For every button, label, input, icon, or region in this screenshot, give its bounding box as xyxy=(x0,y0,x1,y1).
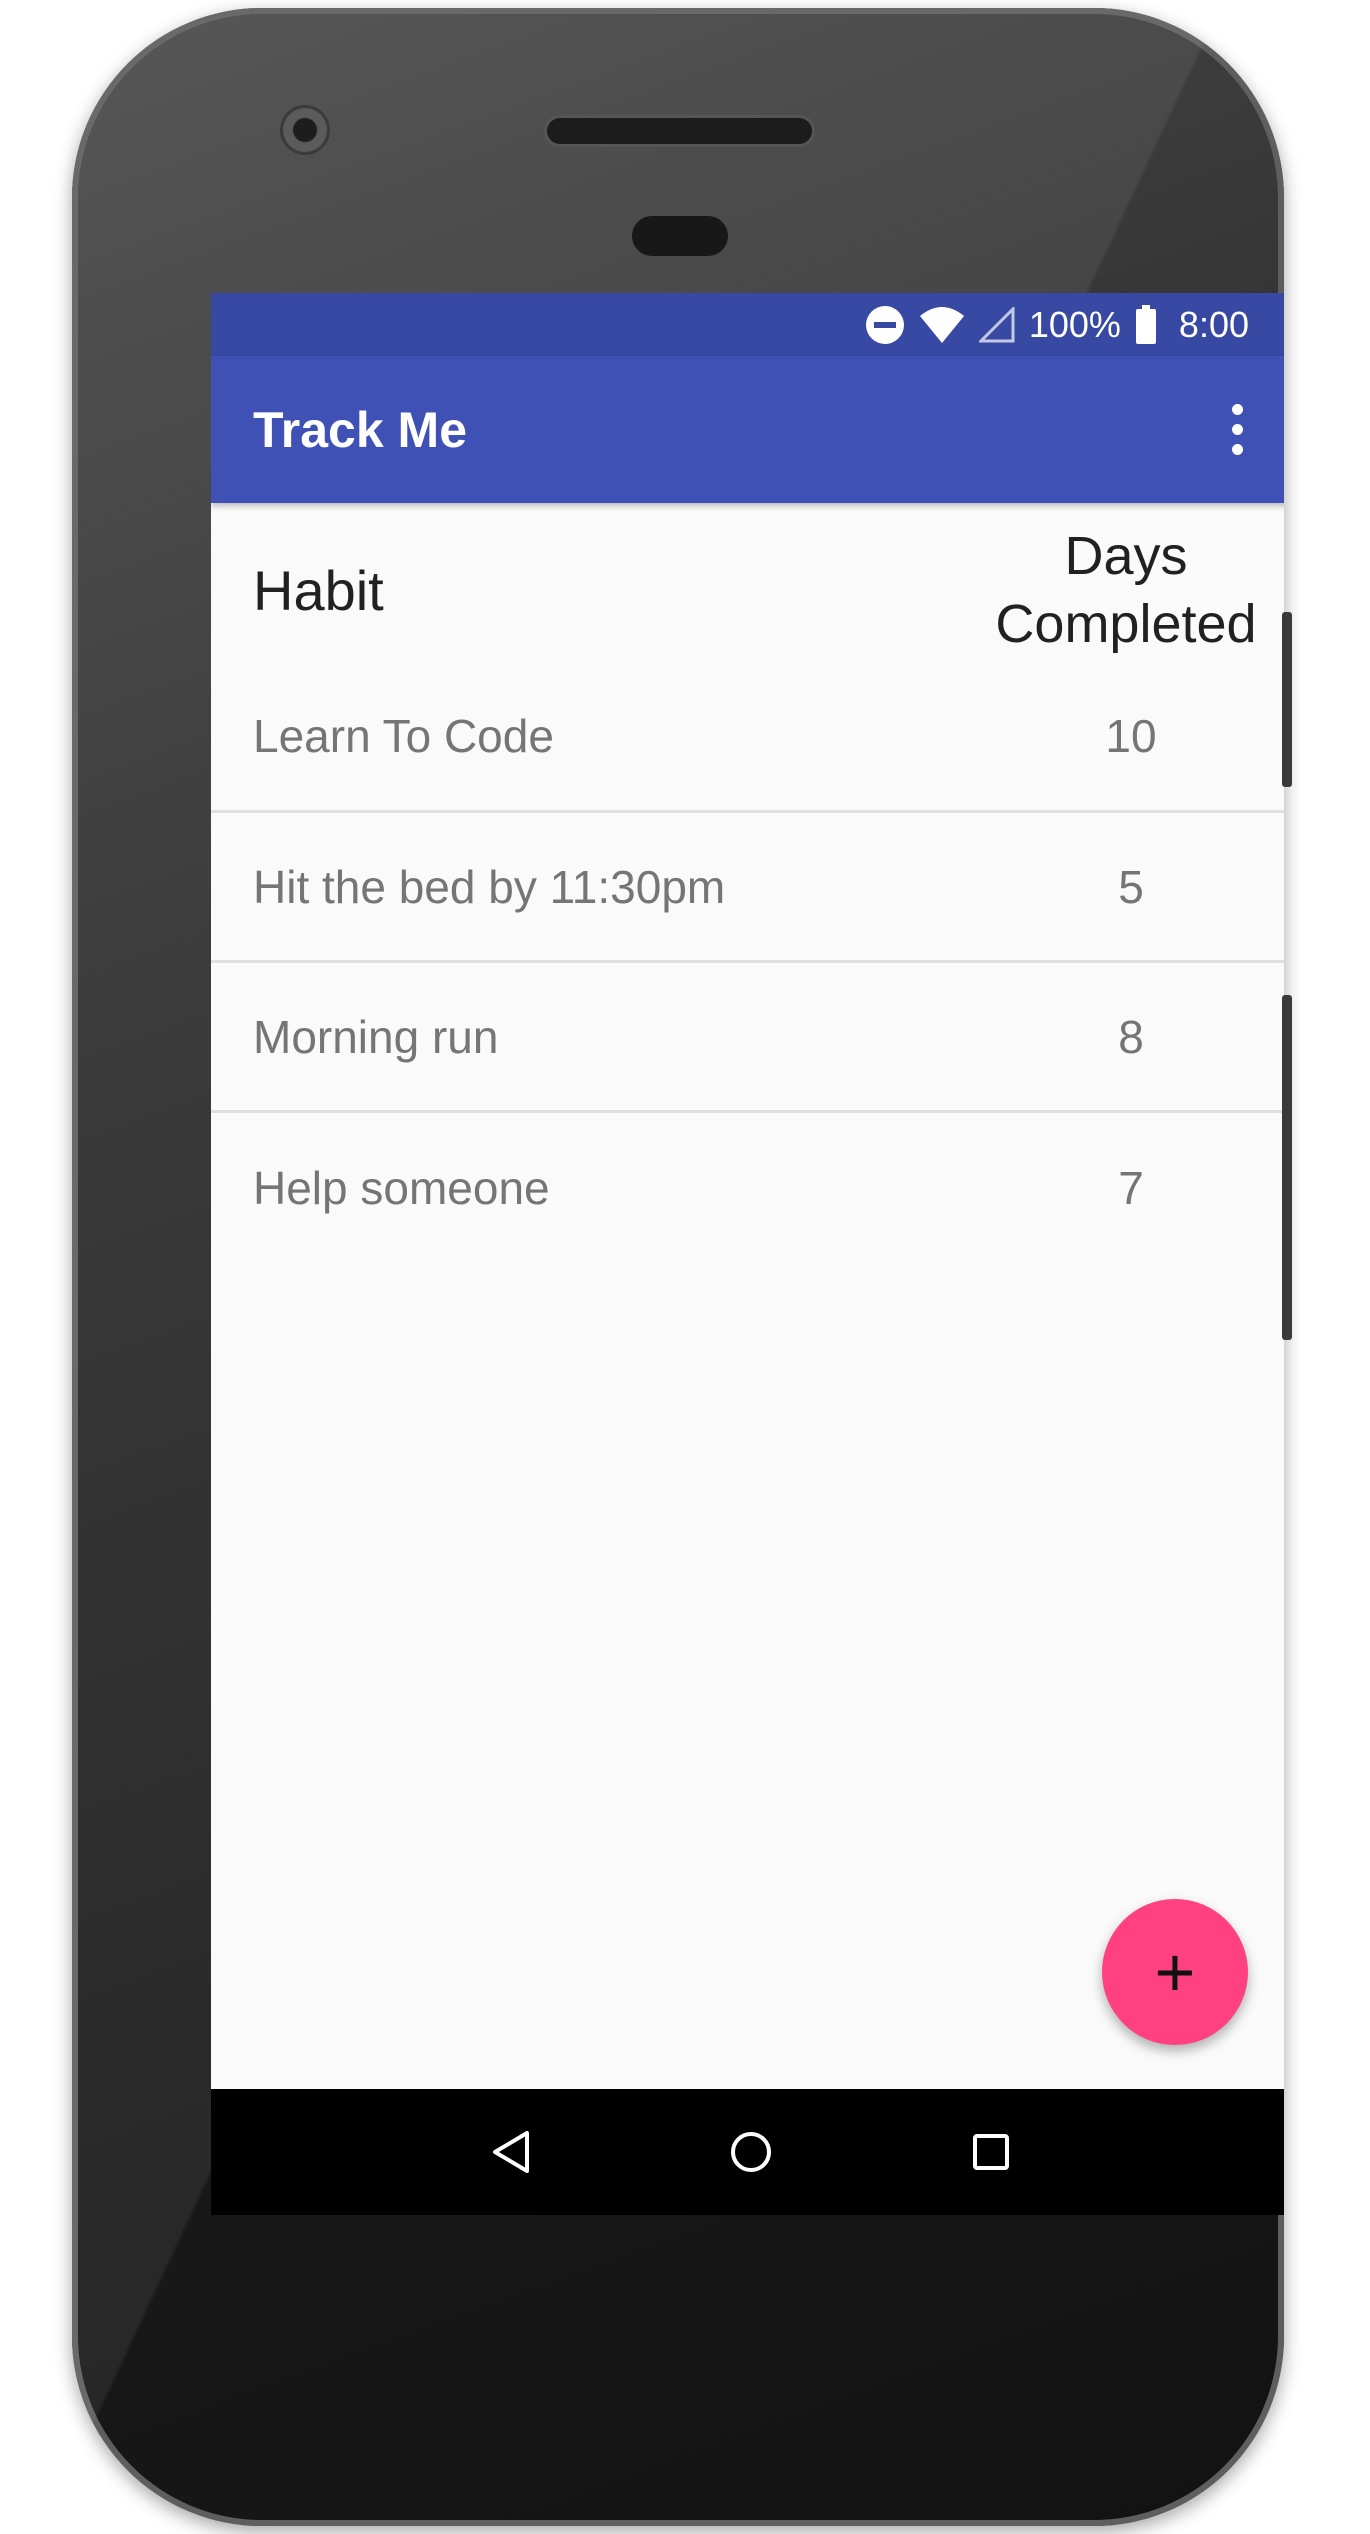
days-completed: 10 xyxy=(1105,709,1157,762)
days-completed: 8 xyxy=(1118,1010,1144,1063)
status-bar: 100% 8:00 xyxy=(211,293,1284,356)
habit-table: Habit Days Completed Learn To Code 10 Hi… xyxy=(211,503,1284,1263)
days-header-line1: Days xyxy=(1064,526,1188,586)
do-not-disturb-icon xyxy=(865,305,905,345)
earpiece-speaker xyxy=(547,118,812,144)
days-completed: 7 xyxy=(1118,1162,1144,1214)
recents-icon[interactable] xyxy=(961,2122,1021,2182)
back-icon[interactable] xyxy=(481,2122,541,2182)
days-header-line2: Completed xyxy=(995,594,1257,654)
table-row[interactable]: Learn To Code 10 xyxy=(211,661,1284,813)
table-row[interactable]: Hit the bed by 11:30pm 5 xyxy=(211,813,1284,963)
app-title: Track Me xyxy=(253,401,468,458)
table-header: Habit Days Completed xyxy=(211,503,1284,677)
habit-column-header: Habit xyxy=(253,558,384,622)
volume-button xyxy=(1282,995,1292,1340)
phone-frame: 100% 8:00 Track Me Habit Days Completed … xyxy=(72,8,1284,2526)
power-button xyxy=(1282,612,1292,787)
habit-name: Hit the bed by 11:30pm xyxy=(253,860,726,913)
overflow-menu-icon[interactable] xyxy=(1225,400,1249,460)
wifi-icon xyxy=(919,306,965,344)
table-row[interactable]: Morning run 8 xyxy=(211,963,1284,1113)
add-habit-button[interactable]: + xyxy=(1102,1899,1248,2045)
table-row[interactable]: Help someone 7 xyxy=(211,1113,1284,1263)
front-camera xyxy=(280,105,330,155)
add-icon: + xyxy=(1154,1933,1196,2011)
days-column-header: Days Completed xyxy=(961,522,1284,658)
habit-name: Learn To Code xyxy=(253,709,554,762)
navigation-bar xyxy=(211,2089,1284,2215)
battery-icon xyxy=(1135,304,1157,345)
proximity-sensor xyxy=(632,216,728,256)
habit-name: Help someone xyxy=(253,1162,550,1214)
habit-name: Morning run xyxy=(253,1010,499,1063)
app-toolbar: Track Me xyxy=(211,356,1284,503)
clock: 8:00 xyxy=(1178,303,1249,345)
home-icon[interactable] xyxy=(721,2122,781,2182)
days-completed: 5 xyxy=(1118,860,1144,913)
battery-percentage: 100% xyxy=(1028,303,1121,345)
app-screen: 100% 8:00 Track Me Habit Days Completed … xyxy=(211,293,1284,2215)
cell-signal-icon xyxy=(978,306,1015,343)
